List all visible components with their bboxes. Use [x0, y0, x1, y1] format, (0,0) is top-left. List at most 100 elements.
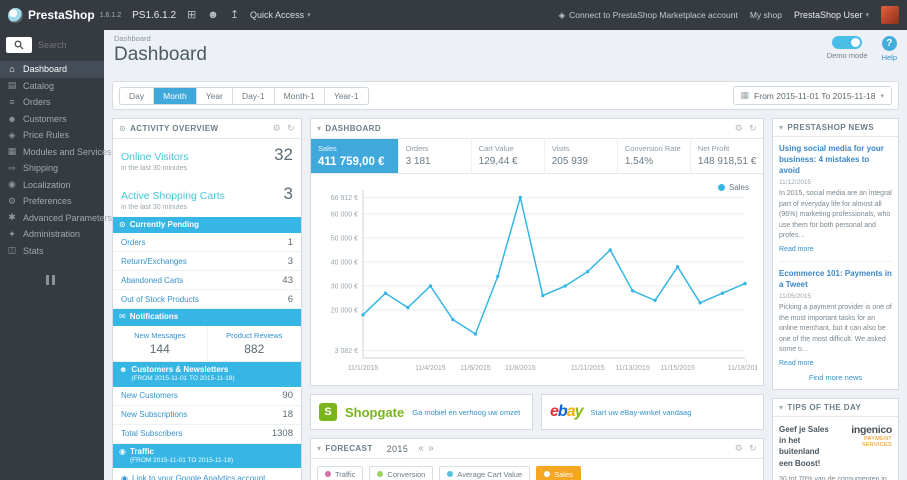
- forecast-prev-button[interactable]: «: [418, 443, 424, 454]
- forecast-legend-item[interactable]: Traffic: [317, 466, 364, 480]
- new-subscriptions-link[interactable]: New Subscriptions: [121, 410, 187, 419]
- google-analytics-link[interactable]: ◉ Link to your Google Analytics account: [113, 468, 301, 480]
- help-control[interactable]: ? Help: [882, 36, 897, 62]
- find-more-news-link[interactable]: Find more news: [779, 368, 892, 385]
- customers-notification-icon[interactable]: ☻: [207, 9, 219, 21]
- kpi-label: Sales: [318, 144, 337, 153]
- new-messages-cell[interactable]: New Messages 144: [113, 325, 208, 361]
- user-menu[interactable]: PrestaShop User ▾: [794, 10, 869, 20]
- demo-mode-control[interactable]: Demo mode: [827, 36, 868, 60]
- refresh-icon[interactable]: ↻: [749, 123, 757, 134]
- kpi-sales[interactable]: Sales 411 759,00 €: [311, 139, 398, 173]
- messages-notification-icon[interactable]: ↥: [230, 9, 239, 21]
- date-range-picker[interactable]: ▦ From 2015-11-01 To 2015-11-18 ▾: [732, 86, 892, 105]
- out-of-stock-link[interactable]: Out of Stock Products: [121, 295, 199, 304]
- shopgate-link[interactable]: Ga mobiel en verhoog uw omzet: [412, 408, 520, 417]
- kpi-orders[interactable]: Orders 3 181: [397, 139, 471, 173]
- sidebar-item-stats[interactable]: ◫ Stats: [0, 243, 104, 260]
- read-more-link[interactable]: Read more: [779, 246, 814, 253]
- search-button[interactable]: [6, 37, 32, 53]
- demo-mode-toggle[interactable]: [832, 36, 863, 49]
- refresh-icon[interactable]: ↻: [287, 123, 295, 134]
- sidebar-item-administration[interactable]: ✦ Administration: [0, 226, 104, 243]
- kpi-visits[interactable]: Visits 205 939: [543, 139, 617, 173]
- forecast-year: 2015: [386, 443, 409, 454]
- total-subscribers-row: Total Subscribers 1308: [113, 425, 301, 444]
- sidebar-item-customers[interactable]: ☻ Customers: [0, 111, 104, 128]
- prestashop-logo-icon: [8, 7, 23, 23]
- tips-panel-title: TIPS OF THE DAY: [787, 402, 862, 412]
- period-month-1-button[interactable]: Month-1: [274, 87, 325, 104]
- currently-pending-header: ⊙ Currently Pending: [113, 217, 301, 234]
- product-reviews-cell[interactable]: Product Reviews 882: [208, 326, 302, 361]
- shopgate-banner[interactable]: S Shopgate Ga mobiel en verhoog uw omzet: [310, 394, 533, 430]
- pending-row-returns: Return/Exchanges 3: [113, 252, 301, 272]
- sidebar-item-dashboard[interactable]: ⌂ Dashboard: [0, 61, 104, 78]
- kpi-value: 1.54%: [624, 156, 654, 167]
- ebay-link[interactable]: Start uw eBay-winkel vandaag: [591, 408, 692, 417]
- modules-icon: ▦: [7, 146, 17, 157]
- search-input[interactable]: [32, 40, 98, 50]
- pending-orders-link[interactable]: Orders: [121, 238, 145, 247]
- notifications-title: Notifications: [129, 312, 179, 322]
- sidebar-item-orders[interactable]: ≡ Orders: [0, 94, 104, 111]
- quick-access-menu[interactable]: Quick Access ▾: [250, 10, 311, 20]
- chart-legend: Sales: [717, 183, 749, 192]
- forecast-legend-item[interactable]: Sales: [536, 466, 581, 480]
- online-visitors-stat: Online Visitors 32: [113, 139, 301, 165]
- read-more-link[interactable]: Read more: [779, 360, 814, 367]
- svg-text:30 000 €: 30 000 €: [331, 284, 358, 291]
- period-year-1-button[interactable]: Year-1: [324, 87, 368, 104]
- total-subscribers-link[interactable]: Total Subscribers: [121, 429, 182, 438]
- gear-icon[interactable]: ⚙: [273, 123, 281, 134]
- period-year-button[interactable]: Year: [196, 87, 233, 104]
- ebay-banner[interactable]: ebay Start uw eBay-winkel vandaag: [541, 394, 764, 430]
- gear-icon[interactable]: ⚙: [735, 443, 743, 454]
- marketplace-link[interactable]: ◈ Connect to PrestaShop Marketplace acco…: [559, 10, 738, 21]
- sidebar-item-preferences[interactable]: ⚙ Preferences: [0, 193, 104, 210]
- sidebar-item-advanced-parameters[interactable]: ✱ Advanced Parameters: [0, 210, 112, 227]
- new-customers-row: New Customers 90: [113, 387, 301, 406]
- sidebar-item-localization[interactable]: ◉ Localization: [0, 177, 104, 194]
- shop-name[interactable]: PS1.6.1.2: [132, 10, 176, 21]
- avatar[interactable]: [881, 6, 899, 24]
- sidebar-item-modules-and-services[interactable]: ▦ Modules and Services: [0, 144, 112, 161]
- prestashop-logo[interactable]: PrestaShop 1.6.1.2: [8, 7, 121, 23]
- gear-icon[interactable]: ⚙: [735, 123, 743, 134]
- sidebar-item-price-rules[interactable]: ◈ Price Rules: [0, 127, 104, 144]
- panel-caret-icon: ▾: [317, 444, 322, 453]
- forecast-legend-item[interactable]: Conversion: [369, 466, 434, 480]
- abandoned-carts-link[interactable]: Abandoned Carts: [121, 276, 183, 285]
- help-icon[interactable]: ?: [881, 36, 897, 51]
- activity-panel-title: ACTIVITY OVERVIEW: [130, 124, 219, 133]
- kpi-conversion-rate[interactable]: Conversion Rate 1.54%: [616, 139, 690, 173]
- kpi-net-profit[interactable]: Net Profit 148 918,51 €: [689, 139, 763, 173]
- kpi-cart-value[interactable]: Cart Value 129,44 €: [470, 139, 544, 173]
- online-visitors-subtitle: in the last 30 minutes: [121, 165, 188, 172]
- pending-returns-link[interactable]: Return/Exchanges: [121, 257, 187, 266]
- my-shop-link[interactable]: My shop: [750, 10, 782, 20]
- sidebar-item-shipping[interactable]: ⇨ Shipping: [0, 160, 104, 177]
- notifications-cells: New Messages 144 Product Reviews 882: [113, 325, 302, 362]
- chevron-down-icon: ▾: [865, 12, 869, 19]
- new-customers-link[interactable]: New Customers: [121, 391, 178, 400]
- kpi-value: 205 939: [551, 156, 588, 167]
- period-month-button[interactable]: Month: [154, 87, 197, 104]
- sidebar-collapse-button[interactable]: [46, 275, 58, 285]
- breadcrumb: Dashboard: [114, 34, 151, 43]
- news-item-title[interactable]: Ecommerce 101: Payments in a Tweet: [779, 269, 892, 291]
- new-subscriptions-row: New Subscriptions 18: [113, 406, 301, 425]
- period-day-button[interactable]: Day: [120, 87, 155, 104]
- forecast-next-button[interactable]: »: [428, 443, 434, 454]
- sidebar-item-label: Customers: [23, 113, 67, 124]
- news-item-title[interactable]: Using social media for your business: 4 …: [779, 144, 892, 176]
- period-day-1-button[interactable]: Day-1: [232, 87, 275, 104]
- news-item-date: 11/12/2015: [779, 179, 812, 187]
- forecast-legend-dot: [544, 471, 551, 477]
- refresh-icon[interactable]: ↻: [749, 443, 757, 454]
- product-reviews-value: 882: [244, 341, 265, 356]
- orders-notification-icon[interactable]: ⊞: [187, 9, 196, 21]
- forecast-legend-item[interactable]: Average Cart Value: [439, 466, 531, 480]
- sidebar-item-catalog[interactable]: ▤ Catalog: [0, 78, 104, 95]
- forecast-legend-dot: [447, 471, 454, 477]
